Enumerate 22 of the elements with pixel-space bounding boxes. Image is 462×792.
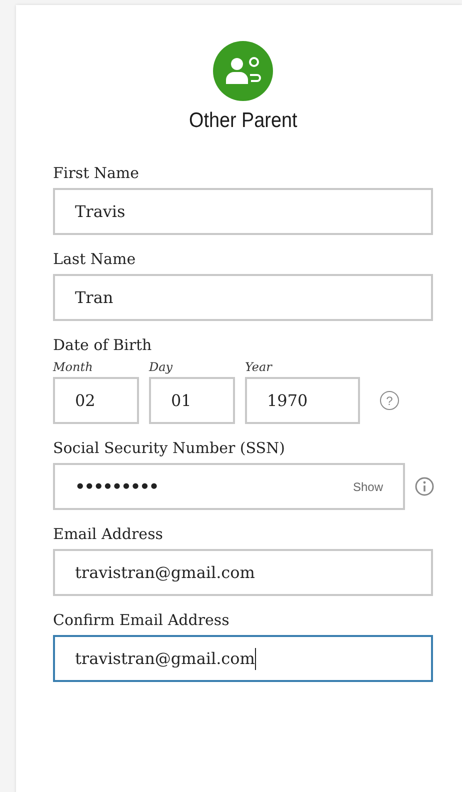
- input-field[interactable]: Tran: [53, 274, 433, 321]
- date-field[interactable]: 02: [53, 377, 139, 424]
- password-field[interactable]: ••••••••• Show: [53, 463, 405, 510]
- people-icon: [213, 41, 273, 101]
- input-field[interactable]: travistran@gmail.com: [53, 635, 433, 682]
- field-label: Confirm Email Address: [53, 610, 230, 630]
- help-button[interactable]: ?: [380, 391, 399, 410]
- field-label: Social Security Number (SSN): [53, 438, 286, 458]
- date-field[interactable]: 1970: [245, 377, 360, 424]
- date-sublabel: Day: [149, 360, 174, 374]
- info-icon[interactable]: [415, 477, 434, 496]
- field-label: Last Name: [53, 249, 137, 269]
- field-label: Date of Birth: [53, 335, 153, 355]
- date-sublabel: Year: [245, 360, 274, 374]
- date-sublabel: Month: [53, 360, 94, 374]
- show-button[interactable]: Show: [352, 480, 383, 494]
- field-label: First Name: [53, 163, 140, 183]
- input-field[interactable]: Travis: [53, 188, 433, 235]
- input-field[interactable]: travistran@gmail.com: [53, 549, 433, 596]
- date-field[interactable]: 01: [149, 377, 235, 424]
- field-label: Email Address: [53, 524, 164, 544]
- section-title: Other Parent: [188, 109, 298, 133]
